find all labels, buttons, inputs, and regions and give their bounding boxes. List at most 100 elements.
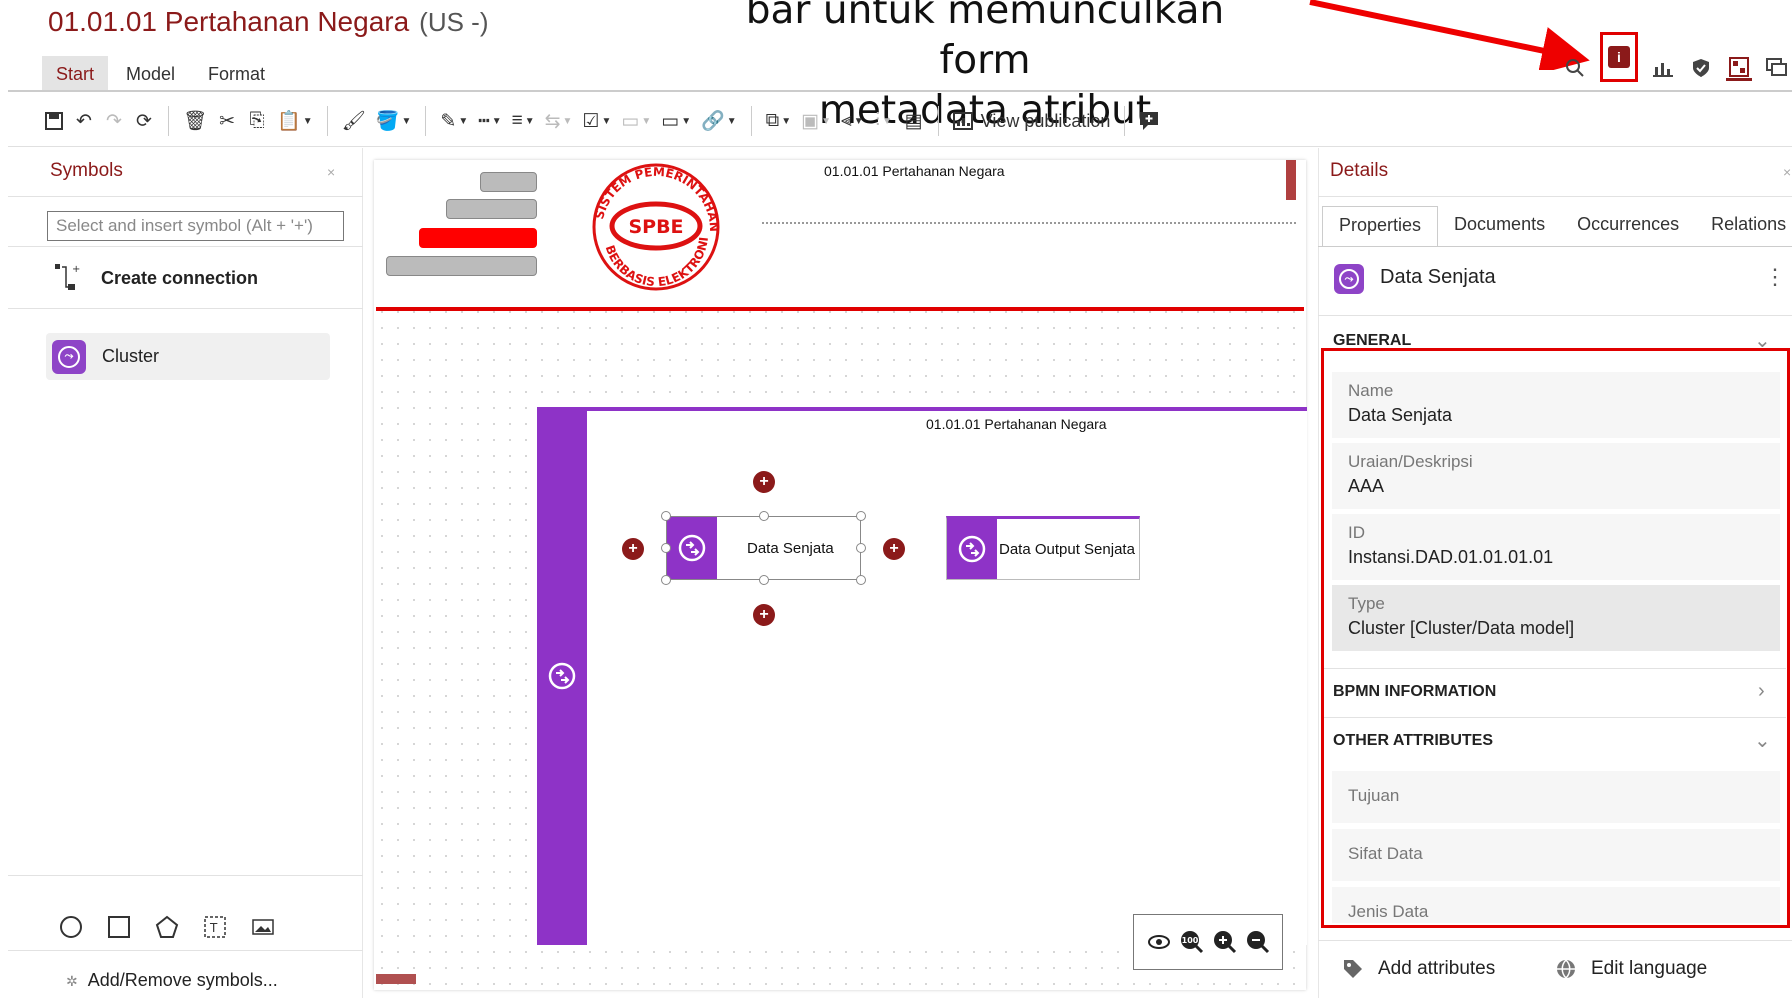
- text-box-icon[interactable]: T: [202, 914, 228, 940]
- shape-outline-icon[interactable]: ▭ ▼: [657, 106, 695, 136]
- more-options-icon[interactable]: ⋮: [1764, 264, 1786, 290]
- zoom-controls: 100: [1133, 914, 1283, 970]
- add-connection-top-button[interactable]: +: [753, 471, 775, 493]
- resize-handle[interactable]: [759, 575, 769, 585]
- spbe-logo: SISTEM PEMERINTAHAN BERBASIS ELEKTRONIK …: [580, 162, 721, 291]
- add-connection-left-button[interactable]: +: [622, 538, 644, 560]
- section-other-attributes-header[interactable]: OTHER ATTRIBUTES: [1333, 732, 1493, 750]
- symbol-item-cluster[interactable]: ⤳ Cluster: [46, 333, 330, 380]
- image-shape-icon[interactable]: [250, 914, 276, 940]
- language-selector[interactable]: (US -): [419, 7, 488, 37]
- line-color-icon[interactable]: ✎ ▼: [436, 106, 472, 136]
- paste-icon[interactable]: 📋 ▼: [273, 106, 317, 136]
- redo-icon[interactable]: ↷: [100, 106, 128, 136]
- field-name[interactable]: Name Data Senjata: [1332, 372, 1780, 438]
- comments-icon[interactable]: [1764, 55, 1790, 81]
- save-icon[interactable]: [40, 106, 68, 136]
- layout-icon[interactable]: ▤: [900, 106, 928, 136]
- toolbar-separator: [750, 106, 752, 136]
- resize-handle[interactable]: [759, 511, 769, 521]
- distribute-icon[interactable]: ⫶ ▼: [870, 106, 898, 136]
- line-weight-icon[interactable]: ≡ ▼: [508, 106, 539, 136]
- circle-shape-icon[interactable]: [58, 914, 84, 940]
- cut-icon[interactable]: ✂: [213, 106, 241, 136]
- field-label: Name: [1348, 381, 1394, 400]
- tab-documents[interactable]: Documents: [1438, 206, 1561, 246]
- link-icon[interactable]: 🔗 ▼: [697, 106, 741, 136]
- chart-icon[interactable]: [1650, 55, 1676, 81]
- search-icon[interactable]: [1562, 55, 1588, 81]
- add-remove-symbols-button[interactable]: ✲ Add/Remove symbols...: [66, 970, 278, 991]
- undo-icon[interactable]: ↶: [70, 106, 98, 136]
- field-label: ID: [1348, 523, 1365, 542]
- add-attributes-button[interactable]: Add attributes: [1342, 958, 1495, 980]
- resize-handle[interactable]: [661, 511, 671, 521]
- zoom-100-icon[interactable]: 100: [1179, 929, 1205, 955]
- add-attributes-label: Add attributes: [1378, 958, 1496, 979]
- group-icon[interactable]: ▣ ▼: [797, 106, 835, 136]
- close-icon[interactable]: ×: [327, 164, 335, 180]
- resize-handle[interactable]: [661, 575, 671, 585]
- create-connection-button[interactable]: Create connection: [101, 268, 258, 289]
- field-jenis-data[interactable]: Jenis Data: [1332, 887, 1780, 923]
- symbol-search-input[interactable]: [47, 211, 344, 241]
- add-comment-icon[interactable]: [1135, 106, 1165, 136]
- right-icon-bar: i: [1562, 32, 1790, 82]
- tabs-divider: [1318, 246, 1792, 247]
- align-icon[interactable]: ⫷ ▼: [837, 106, 868, 136]
- tab-relations[interactable]: Relations: [1695, 206, 1792, 246]
- details-panel-title: Details: [1330, 160, 1389, 181]
- cluster-pool[interactable]: [537, 407, 1307, 945]
- format-painter-icon[interactable]: 🖌: [338, 106, 370, 136]
- panel-divider: [1318, 940, 1792, 941]
- resize-handle[interactable]: [856, 543, 866, 553]
- tab-start[interactable]: Start: [42, 56, 109, 92]
- edit-language-button[interactable]: Edit language: [1555, 958, 1707, 980]
- arrange-icon[interactable]: ⧉ ▼: [762, 106, 795, 136]
- eye-icon[interactable]: [1146, 929, 1172, 955]
- field-id[interactable]: ID Instansi.DAD.01.01.01.01: [1332, 514, 1780, 580]
- resize-handle[interactable]: [661, 543, 671, 553]
- info-icon-highlight[interactable]: i: [1600, 32, 1638, 82]
- delete-icon[interactable]: 🗑: [179, 106, 211, 136]
- tab-properties[interactable]: Properties: [1322, 206, 1439, 246]
- resize-handle[interactable]: [856, 575, 866, 585]
- pentagon-shape-icon[interactable]: [154, 914, 180, 940]
- rectangle-shape-icon[interactable]: [106, 914, 132, 940]
- zoom-out-icon[interactable]: [1245, 929, 1271, 955]
- field-description[interactable]: Uraian/Deskripsi AAA: [1332, 443, 1780, 509]
- shape-style-icon[interactable]: ▭ ▼: [617, 106, 655, 136]
- tab-model[interactable]: Model: [112, 56, 189, 92]
- section-bpmn-header[interactable]: BPMN INFORMATION: [1333, 683, 1496, 701]
- refresh-icon[interactable]: ⟳: [130, 106, 158, 136]
- line-ends-icon[interactable]: ⇆ ▼: [541, 106, 577, 136]
- main-toolbar: ↶ ↷ ⟳ 🗑 ✂ ⎘ 📋 ▼ 🖌 🪣 ▼ ✎ ▼ ┅ ▼ ≡ ▼ ⇆ ▼ ☑ ▼ ▭ ▼ ▭ ▼…: [40, 104, 1165, 138]
- shield-icon[interactable]: [1688, 55, 1714, 81]
- toolbar-separator: [1124, 106, 1126, 136]
- tab-occurrences[interactable]: Occurrences: [1561, 206, 1695, 246]
- cluster-icon: [667, 517, 717, 579]
- node-data-senjata[interactable]: Data Senjata: [666, 516, 861, 580]
- field-value: Data Senjata: [1348, 405, 1453, 425]
- edit-shape-icon[interactable]: ☑ ▼: [578, 106, 615, 136]
- field-tujuan[interactable]: Tujuan: [1332, 771, 1780, 823]
- close-icon[interactable]: ×: [1783, 164, 1791, 180]
- field-sifat-data[interactable]: Sifat Data: [1332, 829, 1780, 881]
- header-bar-1: [480, 172, 537, 192]
- fill-color-icon[interactable]: 🪣 ▼: [372, 106, 416, 136]
- zoom-in-icon[interactable]: [1212, 929, 1238, 955]
- panel-divider: [1324, 717, 1786, 718]
- properties-icon[interactable]: [1726, 55, 1752, 81]
- add-connection-right-button[interactable]: +: [883, 538, 905, 560]
- info-icon[interactable]: i: [1608, 46, 1630, 68]
- copy-icon[interactable]: ⎘: [243, 106, 271, 136]
- chevron-down-icon[interactable]: ⌄: [1754, 728, 1771, 753]
- resize-handle[interactable]: [856, 511, 866, 521]
- chevron-right-icon[interactable]: ›: [1758, 680, 1765, 703]
- add-connection-bottom-button[interactable]: +: [753, 604, 775, 626]
- tab-format[interactable]: Format: [194, 56, 279, 92]
- view-publication-button[interactable]: View publication: [949, 106, 1115, 136]
- node-data-output-senjata[interactable]: Data Output Senjata: [946, 516, 1140, 580]
- logo-center-text: SPBE: [628, 216, 683, 238]
- line-style-icon[interactable]: ┅ ▼: [474, 106, 505, 136]
